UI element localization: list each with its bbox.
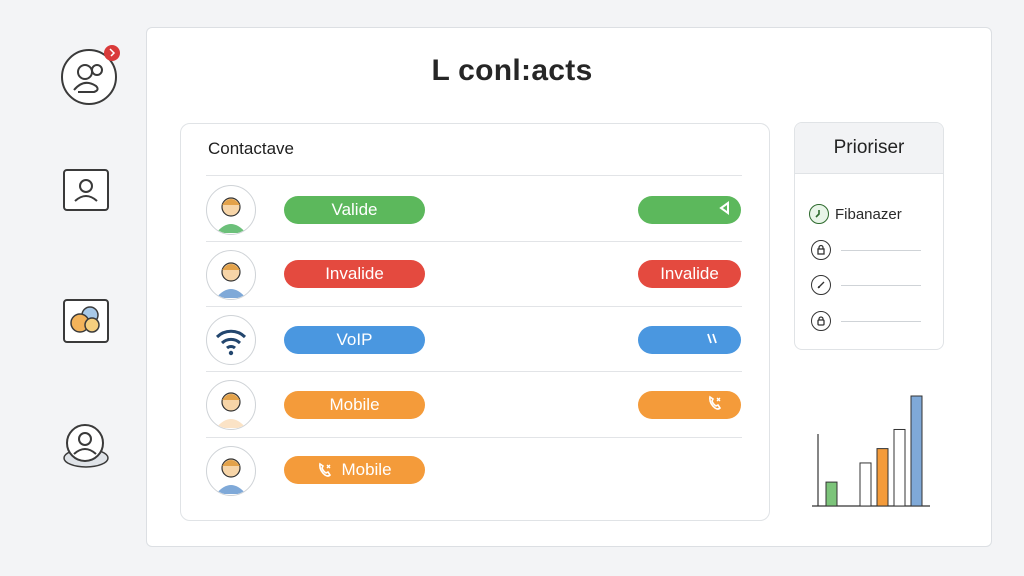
padlock-icon bbox=[811, 311, 831, 331]
priority-item-label: Fibanazer bbox=[835, 205, 902, 223]
nav-profile-card-icon[interactable] bbox=[62, 168, 110, 212]
action-pill[interactable] bbox=[638, 326, 741, 354]
divider bbox=[206, 371, 742, 372]
wifi-avatar[interactable] bbox=[206, 315, 256, 365]
status-pill-mobile[interactable]: Mobile bbox=[284, 456, 425, 484]
status-pill-mobile[interactable]: Mobile bbox=[284, 391, 425, 419]
priority-item[interactable] bbox=[811, 311, 921, 331]
status-pill-label: Valide bbox=[331, 200, 378, 219]
action-pill[interactable]: Invalide bbox=[638, 260, 741, 288]
status-pill-label: Mobile bbox=[329, 395, 380, 414]
nav-account-icon[interactable] bbox=[60, 418, 114, 472]
action-pill-label: Invalide bbox=[660, 264, 719, 283]
chart-bar bbox=[825, 481, 838, 507]
status-pill-label: Mobile bbox=[341, 460, 392, 479]
prioritize-title: Prioriser bbox=[795, 123, 943, 174]
contact-avatar[interactable] bbox=[206, 380, 256, 430]
divider bbox=[206, 175, 742, 176]
contact-avatar[interactable] bbox=[206, 250, 256, 300]
priority-item[interactable] bbox=[811, 275, 921, 295]
action-pill[interactable] bbox=[638, 196, 741, 224]
lock-icon bbox=[811, 240, 831, 260]
status-pill-valid[interactable]: Valide bbox=[284, 196, 425, 224]
divider bbox=[206, 437, 742, 438]
chart-bar bbox=[893, 428, 906, 507]
status-pill-label: Invalide bbox=[325, 264, 384, 283]
chart-bar bbox=[859, 462, 872, 507]
contact-avatar[interactable] bbox=[206, 185, 256, 235]
clock-icon bbox=[809, 204, 829, 224]
compass-icon bbox=[811, 275, 831, 295]
priority-item[interactable]: Fibanazer bbox=[809, 204, 902, 224]
mini-bar-chart bbox=[812, 395, 930, 507]
action-pill[interactable] bbox=[638, 391, 741, 419]
divider bbox=[206, 306, 742, 307]
divider bbox=[206, 241, 742, 242]
phone-icon bbox=[317, 462, 333, 478]
signal-slash-icon bbox=[705, 330, 719, 350]
nav-group-icon[interactable] bbox=[62, 298, 110, 344]
chart-bar bbox=[876, 448, 889, 507]
status-pill-voip[interactable]: VoIP bbox=[284, 326, 425, 354]
page-title: L conl:acts bbox=[431, 54, 593, 87]
phone-icon bbox=[707, 395, 723, 416]
priority-item-placeholder bbox=[841, 320, 921, 322]
contact-avatar[interactable] bbox=[206, 446, 256, 496]
chart-bar bbox=[910, 395, 923, 507]
priority-item[interactable] bbox=[811, 240, 921, 260]
status-pill-label: VoIP bbox=[336, 330, 373, 349]
contacts-card bbox=[180, 123, 770, 521]
priority-item-placeholder bbox=[841, 284, 921, 286]
priority-item-placeholder bbox=[841, 249, 921, 251]
contacts-card-title: Contactave bbox=[208, 139, 294, 158]
status-pill-invalid[interactable]: Invalide bbox=[284, 260, 425, 288]
play-back-icon bbox=[717, 200, 731, 220]
